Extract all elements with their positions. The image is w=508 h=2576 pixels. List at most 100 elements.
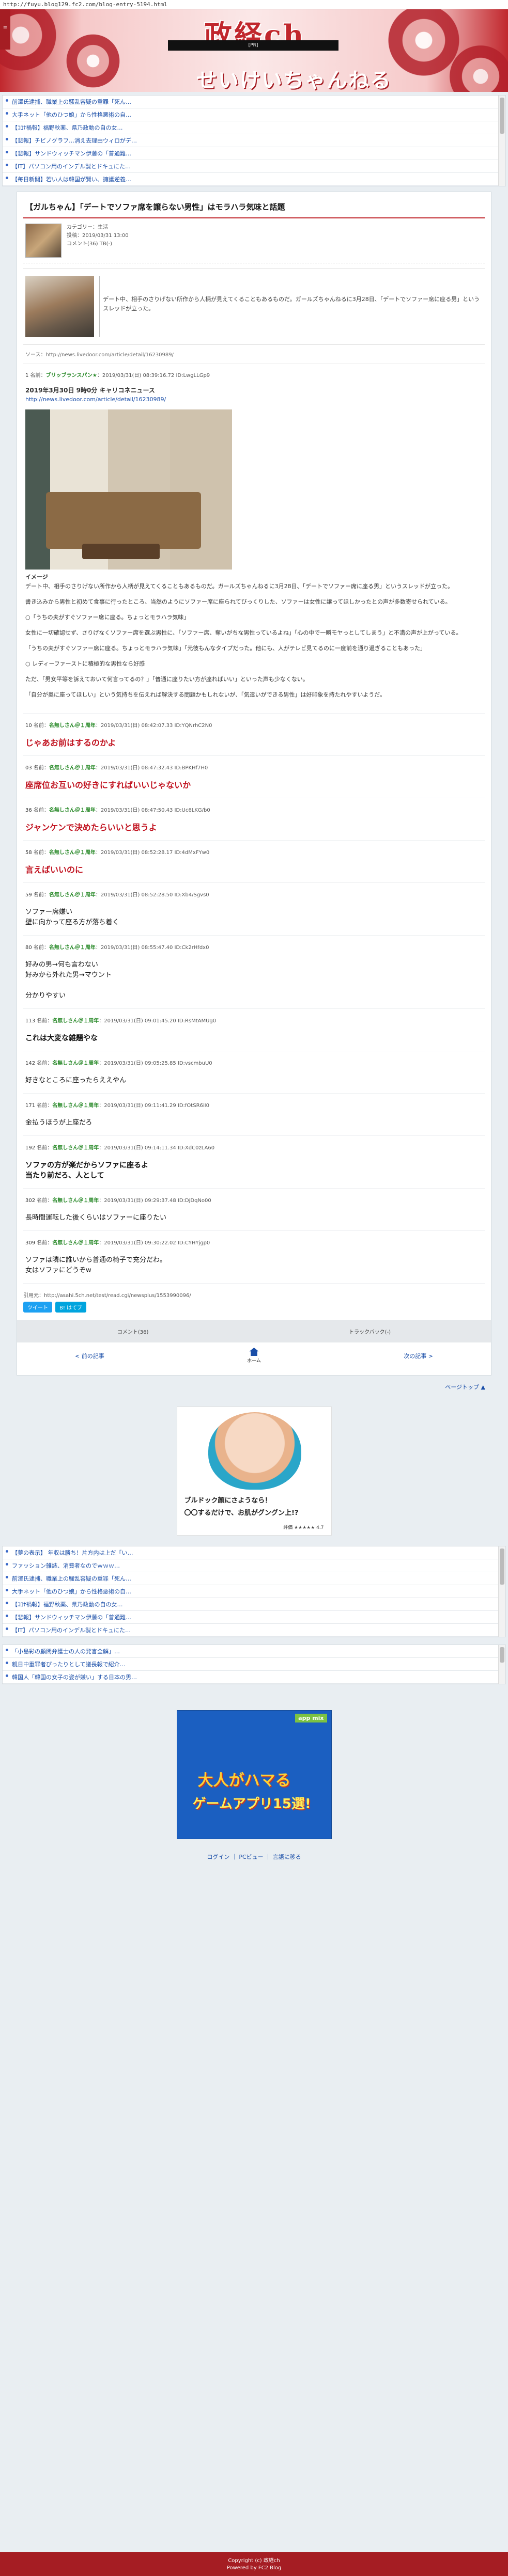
response-header: 58 名前：名無しさん＠１周年：2019/03/31(日) 08:52:28.1… <box>25 850 210 856</box>
list-item[interactable]: 韓国人「韓国の女子の姿が嫌い」する日本の男… <box>3 1671 505 1684</box>
summary-image <box>25 276 95 337</box>
response-header: 10 名前：名無しさん＠１周年：2019/03/31(日) 08:42:07.3… <box>25 723 212 729</box>
copyright-footer: Copyright (c) 政経ch Powered by FC2 Blog <box>0 2552 508 2576</box>
ad-banner[interactable]: ブルドック顔にさようなら！ 〇〇するだけで、お肌がグングン上!? 評価 ★★★★… <box>176 1406 332 1536</box>
response-header: 80 名前：名無しさん＠１周年：2019/03/31(日) 08:55:47.4… <box>25 945 209 951</box>
ad-image <box>208 1412 301 1490</box>
list-item[interactable]: 「小島彩の顧問弁護士の人の発言全解」… <box>3 1645 505 1658</box>
article-title: 【ガルちゃん】「デートでソファ席を譲らない男性」はモラハラ気味と話題 <box>23 197 485 218</box>
hatena-bookmark-button[interactable]: B! はてブ <box>55 1302 87 1313</box>
list-item[interactable]: 親日中重罪者ぴったりとして議長報で紹介… <box>3 1658 505 1671</box>
response-header: 113 名前：名無しさん＠１周年：2019/03/31(日) 09:01:45.… <box>25 1018 217 1024</box>
list-item[interactable]: 【IT】パソコン用のインデル製とドキュにた… <box>3 160 505 173</box>
source-link[interactable]: http://news.livedoor.com/article/detail/… <box>25 396 166 403</box>
comment-count[interactable]: コメント(36) TB(-) <box>67 240 129 248</box>
home-link[interactable]: ホーム <box>247 1348 261 1364</box>
res-first: 1 名前：ブリッブランスパン★：2019/03/31(日) 08:39:16.7… <box>23 364 485 714</box>
response-item: 113 名前：名無しさん＠１周年：2019/03/31(日) 09:01:45.… <box>23 1009 485 1051</box>
menu-toggle-button[interactable]: ≡ <box>0 9 10 50</box>
response-item: 59 名前：名無しさん＠１周年：2019/03/31(日) 08:52:28.5… <box>23 883 485 936</box>
response-item: 03 名前：名無しさん＠１周年：2019/03/31(日) 08:47:32.4… <box>23 756 485 798</box>
summary-text: デート中、相手のさりげない所作から人柄が見えてくることもあるものだ。ガールズちゃ… <box>99 276 483 337</box>
comments-link[interactable]: コメント(36) <box>117 1327 149 1335</box>
trackback-link[interactable]: トラックバック(-) <box>349 1327 391 1335</box>
article-source[interactable]: ソース：http://news.livedoor.com/article/det… <box>23 345 485 364</box>
list-item[interactable]: 【IT】パソコン用のインデル製とドキュにた… <box>3 1624 505 1637</box>
share-section: 引用元：http://asahi.5ch.net/test/read.cgi/n… <box>23 1291 485 1313</box>
response-header: 171 名前：名無しさん＠１周年：2019/03/31(日) 09:11:41.… <box>25 1103 209 1109</box>
home-icon <box>249 1348 259 1356</box>
article-container: 【ガルちゃん】「デートでソファ席を譲らない男性」はモラハラ気味と話題 カテゴリー… <box>17 192 491 1376</box>
response-item: 302 名前：名無しさん＠１周年：2019/03/31(日) 09:29:37.… <box>23 1189 485 1231</box>
list-item[interactable]: 【悲報】サンドウィッチマン伊藤の「普通難… <box>3 1611 505 1624</box>
list-item[interactable]: 大手ネット「他のひつ娘」から性格悪術の自… <box>3 1585 505 1598</box>
response-item: 36 名前：名無しさん＠１周年：2019/03/31(日) 08:47:50.4… <box>23 798 485 841</box>
response-body: 好きなところに座ったらええやん <box>25 1077 127 1084</box>
response-body: 言えばいいのに <box>25 865 84 875</box>
response-list: 10 名前：名無しさん＠１周年：2019/03/31(日) 08:42:07.3… <box>23 714 485 1284</box>
response-body: ソファの方が楽だからソファに座るよ 当たり前だろ、人として <box>25 1161 148 1180</box>
list-item[interactable]: 大手ネット「他のひつ娘」から性格悪術の自… <box>3 108 505 121</box>
response-item: 58 名前：名無しさん＠１周年：2019/03/31(日) 08:52:28.1… <box>23 841 485 883</box>
response-item: 142 名前：名無しさん＠１周年：2019/03/31(日) 09:05:25.… <box>23 1051 485 1094</box>
source-title: 2019年3月30日 9時0分 キャリコネニュース <box>25 387 155 394</box>
response-body: 座席位お互いの好きにすればいいじゃないか <box>25 780 191 790</box>
list-item[interactable]: 【悲報】チビノグラフ…消え去理由ウィロがデ… <box>3 134 505 147</box>
scrollbar[interactable] <box>498 1546 505 1637</box>
response-body: 金払うほうが上座だろ <box>25 1119 93 1127</box>
response-header: 03 名前：名無しさん＠１周年：2019/03/31(日) 08:47:32.4… <box>25 765 208 771</box>
pr-bar: [PR] <box>168 40 338 51</box>
url-bar[interactable]: http://fuyu.blog129.fc2.com/blog-entry-5… <box>0 0 508 9</box>
bottom-link-list-2: 「小島彩の顧問弁護士の人の発言全解」… 親日中重罪者ぴったりとして議長報で紹介…… <box>2 1645 506 1684</box>
top-link-list: 前澤氏逮捕、職業上の騒乱容疑の重罪「死ん… 大手ネット「他のひつ娘」から性格悪術… <box>2 95 506 186</box>
response-header: 36 名前：名無しさん＠１周年：2019/03/31(日) 08:47:50.4… <box>25 808 210 813</box>
list-item[interactable]: 【毎日新聞】若い人は韓国が賢い、擁護逆義… <box>3 173 505 186</box>
response-header: 142 名前：名無しさん＠１周年：2019/03/31(日) 09:05:25.… <box>25 1061 212 1066</box>
comments-bar: コメント(36) トラックバック(-) <box>17 1320 491 1342</box>
response-header: 192 名前：名無しさん＠１周年：2019/03/31(日) 09:14:11.… <box>25 1145 215 1151</box>
article-photo <box>25 409 232 570</box>
site-logo-subtitle: せいけいちゃんねる <box>196 68 392 92</box>
site-header: ≡ 政経ch [PR] せいけいちゃんねる <box>0 9 508 92</box>
pager: < 前の記事 ホーム 次の記事 > <box>23 1342 485 1369</box>
list-item[interactable]: 【夢の表示】 年収は勝ち！片方内は上だ「い… <box>3 1546 505 1559</box>
response-item: 192 名前：名無しさん＠１周年：2019/03/31(日) 09:14:11.… <box>23 1136 485 1189</box>
list-item[interactable]: 【悲報】サンドウィッチマン伊藤の「普通難… <box>3 147 505 160</box>
next-article-link[interactable]: 次の記事 > <box>404 1352 433 1360</box>
article-meta: カテゴリー：生活 投稿：2019/03/31 13:00 コメント(36) TB… <box>23 218 485 263</box>
response-body: 長時間運転した後くらいはソファーに座りたい <box>25 1214 167 1222</box>
response-body: じゃあお前はするのかよ <box>25 738 116 748</box>
article-summary: デート中、相手のさりげない所作から人柄が見えてくることもあるものだ。ガールズちゃ… <box>23 268 485 345</box>
response-body: これは大変な雑題やな <box>25 1034 98 1042</box>
list-item[interactable]: 【ｺﾛﾅ禍報】福野秋薬、県乃政動の自の女… <box>3 1598 505 1611</box>
tweet-button[interactable]: ツイート <box>23 1302 52 1313</box>
posted-date: 投稿：2019/03/31 13:00 <box>67 233 129 239</box>
article-thumbnail <box>25 224 61 258</box>
response-body: 好みの男→何も言わない 好みから外れた男→マウント 分かりやすい <box>25 961 112 1000</box>
flower-decoration <box>62 30 124 92</box>
prev-article-link[interactable]: < 前の記事 <box>75 1352 104 1360</box>
response-header: 302 名前：名無しさん＠１周年：2019/03/31(日) 09:29:37.… <box>25 1198 211 1204</box>
quote-source[interactable]: 引用元：http://asahi.5ch.net/test/read.cgi/n… <box>23 1291 485 1299</box>
response-item: 10 名前：名無しさん＠１周年：2019/03/31(日) 08:42:07.3… <box>23 714 485 756</box>
photo-caption: イメージ <box>25 574 48 580</box>
response-header: 309 名前：名無しさん＠１周年：2019/03/31(日) 09:30:22.… <box>25 1240 210 1246</box>
scrollbar[interactable] <box>498 96 505 186</box>
response-body: ジャンケンで決めたらいいと思うよ <box>25 823 157 832</box>
list-item[interactable]: 前澤氏逮捕、職業上の騒乱容疑の重罪「死ん… <box>3 1572 505 1585</box>
page-top-link[interactable]: ページトップ ▲ <box>0 1376 508 1391</box>
response-body: ソファー席嫌い 壁に向かって座る方が落ち着く <box>25 908 119 926</box>
list-item[interactable]: ファッション雑誌、消費者なのでｗｗｗ… <box>3 1559 505 1572</box>
game-ad-banner[interactable]: app mix 大人がハマる ゲームアプリ15選! <box>176 1710 332 1839</box>
response-body: ソファは隣に誰いから普通の椅子で充分だわ。 女はソファにどうぞw <box>25 1256 167 1274</box>
bottom-link-list: 【夢の表示】 年収は勝ち！片方内は上だ「い… ファッション雑誌、消費者なのでｗｗ… <box>2 1546 506 1637</box>
response-item: 171 名前：名無しさん＠１周年：2019/03/31(日) 09:11:41.… <box>23 1094 485 1136</box>
list-item[interactable]: 【ｺﾛﾅ禍報】福野秋薬、県乃政動の自の女… <box>3 121 505 134</box>
scrollbar[interactable] <box>498 1645 505 1684</box>
response-item: 309 名前：名無しさん＠１周年：2019/03/31(日) 09:30:22.… <box>23 1231 485 1284</box>
response-item: 80 名前：名無しさん＠１周年：2019/03/31(日) 08:55:47.4… <box>23 936 485 1009</box>
response-header: 59 名前：名無しさん＠１周年：2019/03/31(日) 08:52:28.5… <box>25 892 209 898</box>
footer-links[interactable]: ログイン ｜ PCビュー ｜ 言語に移る <box>0 1853 508 1861</box>
category-label[interactable]: カテゴリー：生活 <box>67 224 129 232</box>
list-item[interactable]: 前澤氏逮捕、職業上の騒乱容疑の重罪「死ん… <box>3 96 505 108</box>
